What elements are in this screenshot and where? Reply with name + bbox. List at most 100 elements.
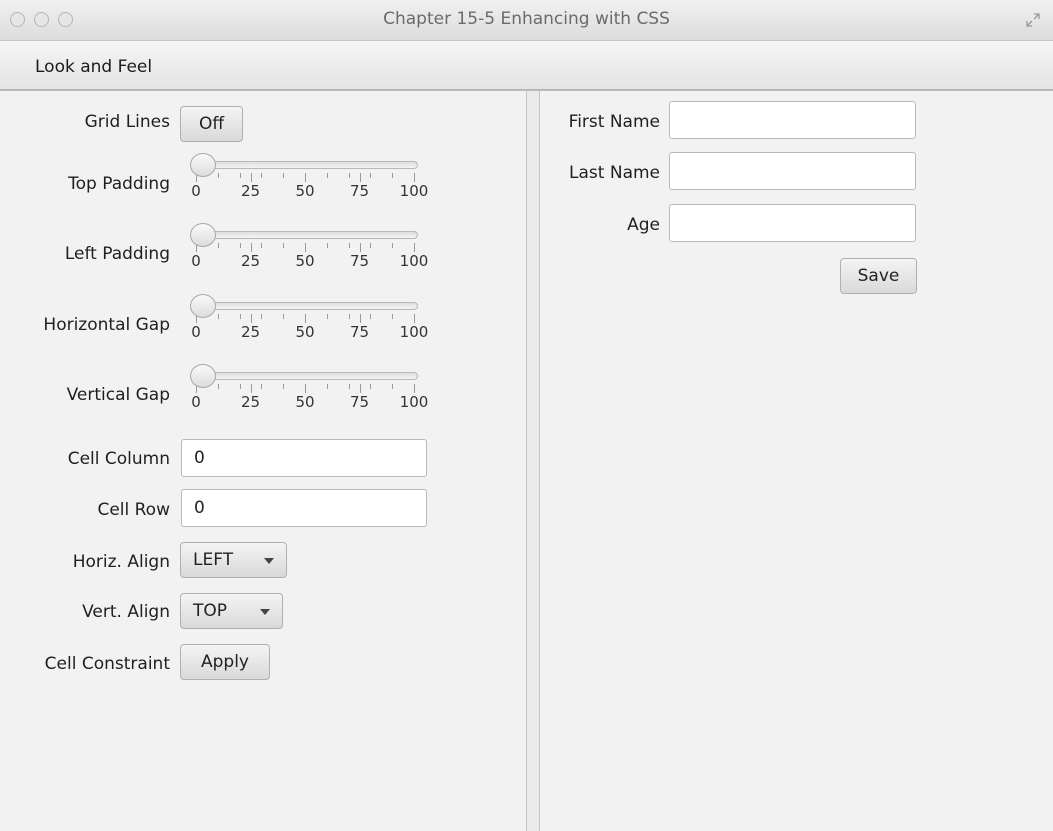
menu-bar: Look and Feel xyxy=(0,41,1053,91)
slider-track[interactable] xyxy=(192,231,418,239)
slider-tick xyxy=(305,243,306,252)
slider-tick xyxy=(359,314,361,323)
age-field[interactable] xyxy=(669,204,916,242)
slider-tick xyxy=(283,173,285,178)
slider-tick-label: 100 xyxy=(399,323,429,341)
slider-thumb[interactable] xyxy=(190,153,216,177)
vert-align-label: Vert. Align xyxy=(82,602,170,622)
grid-lines-label: Grid Lines xyxy=(84,112,170,132)
slider-tick-label: 75 xyxy=(349,182,370,200)
horiz-align-label: Horiz. Align xyxy=(72,552,170,572)
chevron-down-icon xyxy=(264,558,274,564)
slider-tick-label: 25 xyxy=(240,323,261,341)
left-padding-label: Left Padding xyxy=(64,244,170,264)
vertical-gap-slider[interactable]: 0 25 50 75 100 xyxy=(188,363,428,415)
slider-tick-label: 0 xyxy=(191,182,201,200)
slider-tick xyxy=(359,243,361,252)
slider-tick-label: 25 xyxy=(240,252,261,270)
grid-lines-toggle-button[interactable]: Off xyxy=(180,106,243,142)
horiz-align-combo[interactable]: LEFT xyxy=(180,542,287,578)
slider-tick xyxy=(359,384,361,393)
slider-tick-label: 50 xyxy=(295,393,315,411)
slider-tick xyxy=(305,173,306,182)
slider-tick xyxy=(370,243,372,248)
first-name-field[interactable] xyxy=(669,101,916,139)
app-window: Chapter 15-5 Enhancing with CSS Look and… xyxy=(0,0,1053,831)
slider-thumb[interactable] xyxy=(190,294,216,318)
age-label: Age xyxy=(627,215,660,235)
slider-tick xyxy=(392,314,394,319)
slider-tick xyxy=(239,384,241,389)
vertical-gap-label: Vertical Gap xyxy=(66,385,170,405)
last-name-field[interactable] xyxy=(669,152,916,190)
slider-tick xyxy=(348,173,350,178)
slider-tick xyxy=(392,384,394,389)
slider-tick xyxy=(261,314,263,319)
slider-tick-label: 0 xyxy=(191,393,201,411)
slider-tick-label: 0 xyxy=(191,252,201,270)
slider-tick xyxy=(283,314,285,319)
slider-tick xyxy=(261,384,263,389)
slider-tick xyxy=(392,243,394,248)
slider-thumb[interactable] xyxy=(190,364,216,388)
top-padding-slider[interactable]: 0 25 50 75 100 xyxy=(188,152,428,204)
slider-tick xyxy=(217,384,219,389)
menu-look-and-feel[interactable]: Look and Feel xyxy=(35,57,152,77)
slider-track[interactable] xyxy=(192,302,418,310)
slider-tick xyxy=(217,173,219,178)
slider-tick-label: 75 xyxy=(349,323,370,341)
slider-tick xyxy=(326,243,328,248)
slider-tick xyxy=(414,173,415,182)
slider-tick xyxy=(359,173,361,182)
cell-row-field[interactable] xyxy=(181,489,427,527)
slider-tick xyxy=(283,243,285,248)
slider-tick xyxy=(370,314,372,319)
slider-tick xyxy=(239,314,241,319)
slider-tick xyxy=(414,384,415,393)
fullscreen-icon[interactable] xyxy=(1025,12,1041,28)
horizontal-gap-label: Horizontal Gap xyxy=(43,315,170,335)
slider-tick xyxy=(239,173,241,178)
slider-tick-label: 75 xyxy=(349,252,370,270)
grid-controls-pane: Grid Lines Off Top Padding 0 25 50 75 100 Le… xyxy=(0,91,526,831)
slider-tick-label: 75 xyxy=(349,393,370,411)
slider-tick xyxy=(250,314,252,323)
slider-tick-label: 25 xyxy=(240,393,261,411)
apply-button[interactable]: Apply xyxy=(180,644,270,680)
slider-tick-label: 0 xyxy=(191,323,201,341)
last-name-label: Last Name xyxy=(569,163,660,183)
slider-tick xyxy=(239,243,241,248)
slider-tick xyxy=(250,384,252,393)
slider-tick xyxy=(250,173,252,182)
top-padding-label: Top Padding xyxy=(68,174,170,194)
cell-row-label: Cell Row xyxy=(97,500,170,520)
slider-tick xyxy=(283,384,285,389)
title-bar[interactable]: Chapter 15-5 Enhancing with CSS xyxy=(0,0,1053,41)
slider-tick-label: 100 xyxy=(399,182,429,200)
slider-tick xyxy=(217,243,219,248)
slider-thumb[interactable] xyxy=(190,223,216,247)
slider-tick-label: 50 xyxy=(295,182,315,200)
slider-tick xyxy=(326,384,328,389)
first-name-label: First Name xyxy=(568,112,660,132)
slider-tick xyxy=(392,173,394,178)
cell-constraint-label: Cell Constraint xyxy=(44,654,170,674)
vert-align-combo[interactable]: TOP xyxy=(180,593,283,629)
left-padding-slider[interactable]: 0 25 50 75 100 xyxy=(188,222,428,274)
slider-tick xyxy=(370,173,372,178)
split-pane-divider[interactable] xyxy=(526,91,540,831)
horizontal-gap-slider[interactable]: 0 25 50 75 100 xyxy=(188,293,428,345)
slider-track[interactable] xyxy=(192,372,418,380)
slider-tick xyxy=(414,314,415,323)
save-button[interactable]: Save xyxy=(840,258,917,294)
slider-tick xyxy=(305,314,306,323)
slider-tick xyxy=(326,173,328,178)
slider-tick xyxy=(250,243,252,252)
form-pane: First Name Last Name Age Save xyxy=(540,91,1053,831)
chevron-down-icon xyxy=(260,609,270,615)
cell-column-field[interactable] xyxy=(181,439,427,477)
slider-track[interactable] xyxy=(192,161,418,169)
slider-tick xyxy=(217,314,219,319)
slider-tick xyxy=(261,173,263,178)
horiz-align-value: LEFT xyxy=(193,550,234,570)
